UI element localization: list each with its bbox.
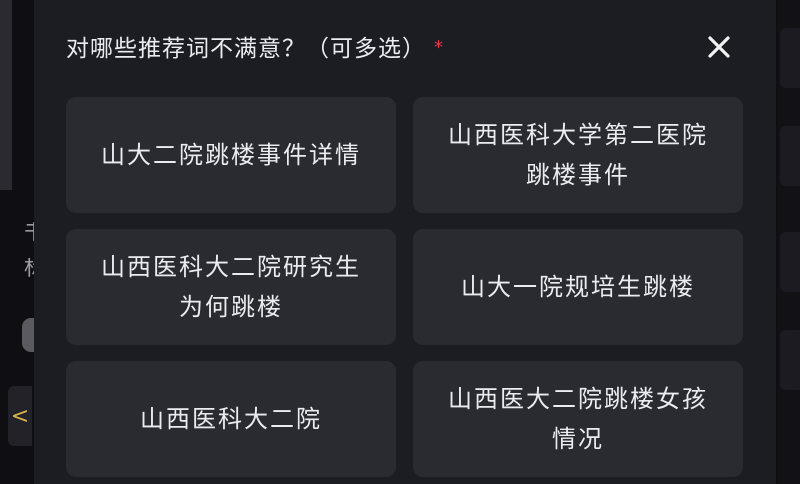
- option-button[interactable]: 山西医科大二院研究生为何跳楼: [66, 229, 396, 345]
- option-label: 山西医科大学第二医院跳楼事件: [448, 121, 708, 189]
- background-card: [0, 0, 12, 190]
- back-arrow-glyph: <: [10, 403, 30, 429]
- close-button[interactable]: [700, 28, 738, 66]
- option-button[interactable]: 山大一院规培生跳楼: [413, 229, 743, 345]
- option-button[interactable]: 山西医大二院跳楼女孩情况: [413, 361, 743, 477]
- background-right-item: [780, 126, 800, 186]
- required-mark: *: [434, 36, 443, 58]
- option-label: 山大一院规培生跳楼: [461, 273, 695, 301]
- option-label: 山大二院跳楼事件详情: [101, 141, 361, 169]
- option-label: 山西医大二院跳楼女孩情况: [448, 385, 708, 453]
- option-button[interactable]: 山大二院跳楼事件详情: [66, 97, 396, 213]
- dialog-header: 对哪些推荐词不满意？（可多选） *: [66, 28, 443, 64]
- background-right-item: [780, 28, 800, 88]
- background-right-item: [780, 330, 800, 390]
- background-right-item: [780, 232, 800, 292]
- close-icon: [708, 36, 730, 58]
- option-button[interactable]: 山西医科大二院: [66, 361, 396, 477]
- option-label: 山西医科大二院: [140, 405, 322, 433]
- option-button[interactable]: 山西医科大学第二医院跳楼事件: [413, 97, 743, 213]
- back-arrow-icon[interactable]: <: [8, 386, 32, 446]
- dialog-title: 对哪些推荐词不满意？（可多选）: [66, 36, 426, 62]
- option-label: 山西医科大二院研究生为何跳楼: [101, 253, 361, 321]
